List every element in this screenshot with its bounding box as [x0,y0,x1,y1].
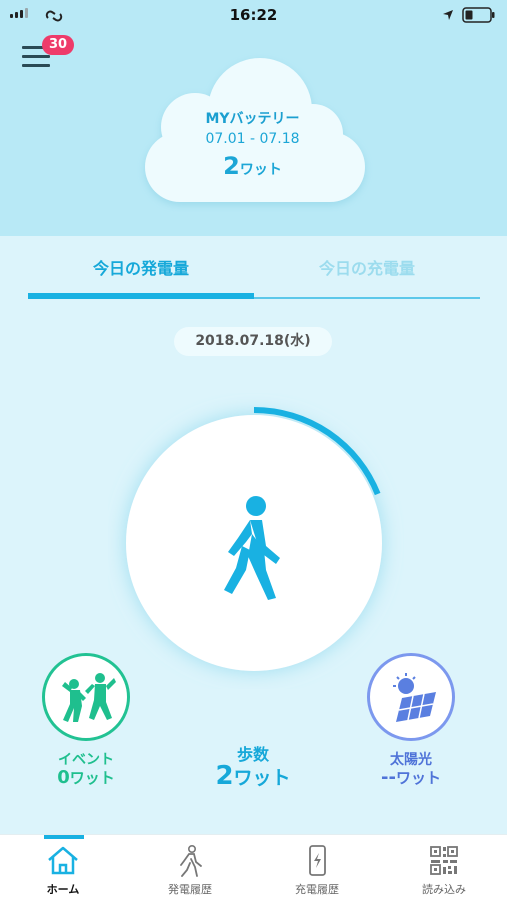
tab-today-generation[interactable]: 今日の発電量 [28,250,254,290]
steps-value-unit: ワット [233,767,291,789]
nav-generation-history-label: 発電履歴 [168,883,212,896]
nav-charge-history-label: 充電履歴 [295,883,339,896]
bottom-nav: ホーム 発電履歴 充電履歴 読み込み [0,834,507,901]
tab-underline [254,297,480,299]
battery-value-unit: ワット [239,162,282,178]
nav-scan-label: 読み込み [422,883,466,896]
solar-value-number: -- [381,767,396,788]
battery-period: 07.01 - 07.18 [205,131,300,147]
walking-history-icon [180,845,202,877]
nav-active-indicator [44,835,84,839]
event-label: イベント [58,752,114,768]
steps-value-number: 2 [215,761,234,791]
battery-title: MYバッテリー [205,111,300,127]
tab-today-charge[interactable]: 今日の充電量 [254,250,480,290]
steps-value: 2ワット [173,761,333,791]
notification-badge: 30 [42,35,74,55]
phone-charge-icon [309,845,326,876]
dancing-people-icon [62,673,116,722]
solar-panel-icon [393,673,436,722]
nav-charge-history[interactable]: 充電履歴 [254,835,380,901]
event-value-unit: ワット [69,769,115,787]
tab-bar: 今日の発電量 今日の充電量 [28,250,480,302]
solar-value-unit: ワット [395,769,441,787]
nav-home[interactable]: ホーム [0,835,126,901]
location-arrow-icon [443,10,453,20]
status-time: 16:22 [229,6,278,24]
solar-label: 太陽光 [390,752,432,768]
walking-person-icon [224,496,280,600]
qr-code-icon [430,846,458,875]
battery-value-number: 2 [223,152,240,180]
battery-value: 2ワット [140,152,365,180]
nav-home-label: ホーム [46,883,80,896]
event-value-number: 0 [57,767,70,788]
nav-scan[interactable]: 読み込み [381,835,507,901]
status-bar: 16:22 [0,0,507,30]
nav-generation-history[interactable]: 発電履歴 [127,835,253,901]
battery-icon [462,7,495,23]
date-label: 2018.07.18(水) [174,327,332,356]
tab-indicator [28,293,254,299]
solar-value: --ワット [351,767,471,788]
event-value: 0ワット [26,767,146,788]
home-icon [48,846,78,875]
